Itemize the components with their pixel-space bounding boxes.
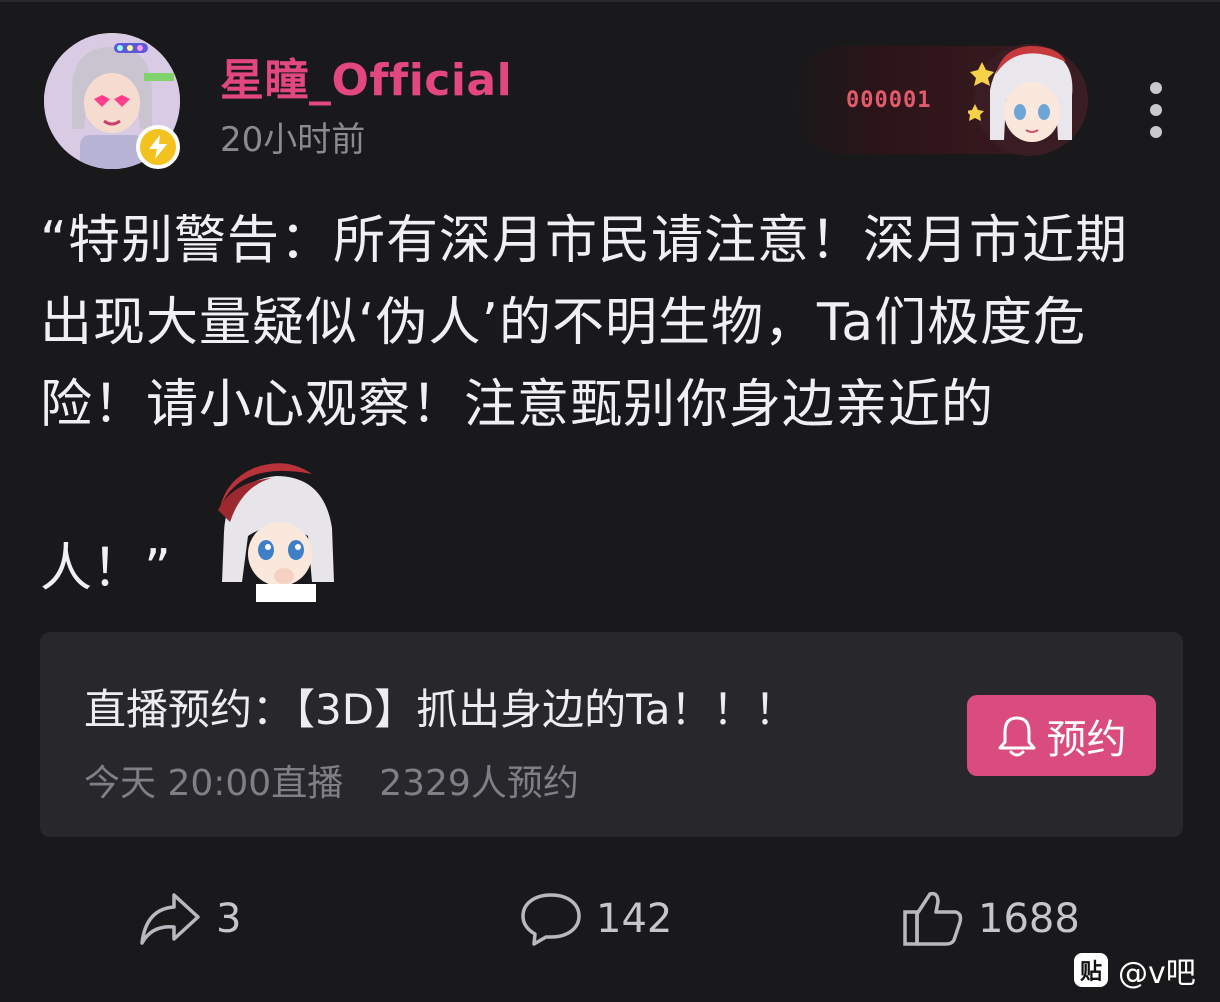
post-text-end: 人！”: [40, 539, 171, 599]
author-name[interactable]: 星瞳_Official: [220, 44, 512, 108]
like-button[interactable]: 1688: [902, 884, 1080, 954]
more-options-button[interactable]: [1138, 82, 1174, 138]
share-button[interactable]: 3: [138, 884, 241, 954]
share-count: 3: [216, 896, 242, 942]
verified-badge: [136, 125, 180, 169]
lightning-icon: [149, 135, 167, 159]
comment-count: 142: [596, 896, 673, 942]
more-vertical-icon-dot: [1150, 104, 1162, 116]
sticker-image: [218, 463, 334, 602]
fan-badge-art: [968, 44, 1086, 156]
share-icon: [140, 893, 200, 945]
watermark-text: @v吧: [1118, 956, 1196, 991]
fan-badge-number: 000001: [846, 88, 932, 113]
live-time: 今天 20:00直播: [84, 763, 344, 804]
post-time: 20小时前: [220, 120, 366, 160]
bell-icon: [998, 716, 1035, 756]
comment-icon: [521, 893, 581, 946]
live-reservation-card[interactable]: 直播预约：【3D】抓出身边的Ta！！！ 今天 20:00直播 2329人预约 预约: [40, 632, 1183, 837]
reservation-count: 2329人预约: [379, 763, 579, 804]
more-vertical-icon-dot: [1150, 126, 1162, 138]
comment-button[interactable]: 142: [520, 884, 672, 954]
reserve-button[interactable]: 预约: [967, 695, 1156, 776]
post-text: “特别警告：所有深月市民请注意！深月市近期出现大量疑似‘伪人’的不明生物，Ta们…: [40, 211, 1128, 435]
live-title: 直播预约：【3D】抓出身边的Ta！！！: [84, 685, 797, 734]
tieba-logo-icon: 贴: [1074, 953, 1108, 987]
watermark: 贴 @v吧: [1074, 952, 1196, 991]
reserve-button-label: 预约: [1046, 716, 1127, 763]
thumbs-up-icon: [903, 891, 963, 946]
more-vertical-icon: [1150, 82, 1162, 94]
top-divider: [0, 0, 1220, 2]
author-avatar[interactable]: [44, 33, 180, 169]
fan-badge-card[interactable]: 000001: [790, 44, 1088, 156]
live-meta: 今天 20:00直播 2329人预约: [84, 754, 579, 806]
like-count: 1688: [978, 896, 1080, 942]
